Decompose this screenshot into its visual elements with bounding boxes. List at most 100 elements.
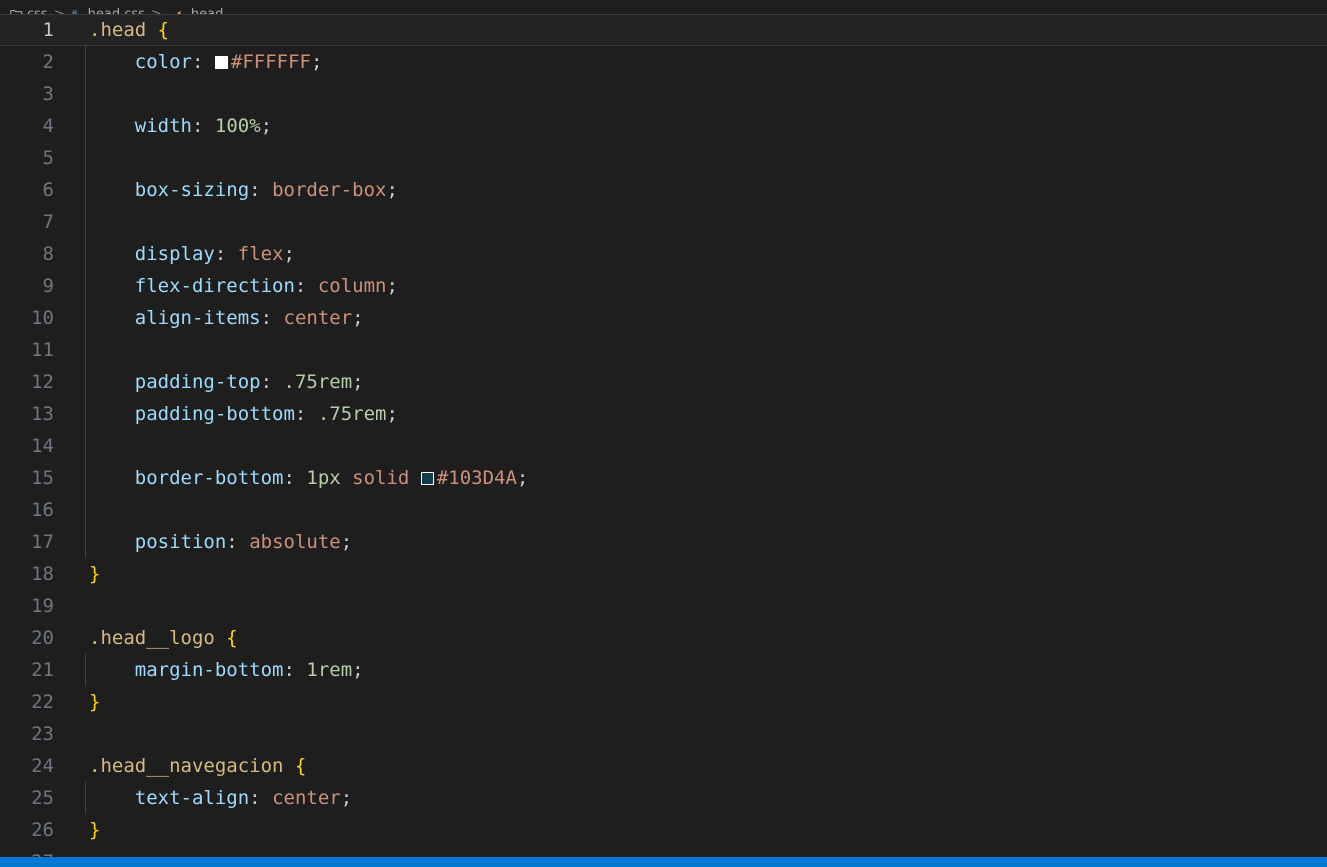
code-line[interactable]: 2 color: #FFFFFF; bbox=[0, 46, 1327, 78]
code-token-property: border-bottom bbox=[134, 467, 284, 489]
code-token-brace: } bbox=[89, 819, 101, 841]
code-line-content[interactable] bbox=[85, 846, 1327, 857]
code-token-value: center bbox=[283, 307, 353, 329]
code-line[interactable]: 23 bbox=[0, 718, 1327, 750]
code-token-punct: ; bbox=[352, 307, 364, 329]
code-line-content[interactable]: box-sizing: border-box; bbox=[85, 174, 1327, 206]
line-number: 21 bbox=[31, 659, 54, 681]
code-line[interactable]: 7 bbox=[0, 206, 1327, 238]
code-line-content[interactable]: position: absolute; bbox=[85, 526, 1327, 558]
code-line[interactable]: 17 position: absolute; bbox=[0, 526, 1327, 558]
code-token-punct: ; bbox=[386, 179, 398, 201]
code-line-content[interactable] bbox=[85, 142, 1327, 174]
code-line[interactable]: 8 display: flex; bbox=[0, 238, 1327, 270]
line-number: 24 bbox=[31, 755, 54, 777]
breadcrumb[interactable]: css > # head.css > .head bbox=[0, 0, 1327, 14]
code-line[interactable]: 9 flex-direction: column; bbox=[0, 270, 1327, 302]
code-token-property: margin-bottom bbox=[134, 659, 284, 681]
code-line-content[interactable]: padding-bottom: .75rem; bbox=[85, 398, 1327, 430]
code-line-content[interactable]: .head__navegacion { bbox=[85, 750, 1327, 782]
code-token-brace: { bbox=[294, 755, 307, 777]
color-swatch[interactable] bbox=[214, 55, 228, 69]
code-token-selector: .head__navegacion bbox=[89, 755, 284, 777]
code-line-content[interactable] bbox=[85, 494, 1327, 526]
code-line[interactable]: 15 border-bottom: 1px solid #103D4A; bbox=[0, 462, 1327, 494]
code-token-property: padding-top bbox=[134, 371, 261, 393]
code-line[interactable]: 21 margin-bottom: 1rem; bbox=[0, 654, 1327, 686]
code-line-content[interactable] bbox=[85, 206, 1327, 238]
code-line[interactable]: 11 bbox=[0, 334, 1327, 366]
code-line[interactable]: 26} bbox=[0, 814, 1327, 846]
line-number: 6 bbox=[42, 179, 54, 201]
code-line-content[interactable]: display: flex; bbox=[85, 238, 1327, 270]
line-number: 25 bbox=[31, 787, 54, 809]
code-line[interactable]: 13 padding-bottom: .75rem; bbox=[0, 398, 1327, 430]
code-line-content[interactable] bbox=[85, 718, 1327, 750]
code-token-punct: ; bbox=[386, 275, 398, 297]
vscode-window: css > # head.css > .head 1.head {2 color… bbox=[0, 0, 1327, 867]
code-token-punct: : bbox=[260, 371, 273, 393]
code-line[interactable]: 20 .head__logo { bbox=[0, 622, 1327, 654]
code-line-content[interactable]: flex-direction: column; bbox=[85, 270, 1327, 302]
code-token-property: padding-bottom bbox=[134, 403, 295, 425]
code-line[interactable]: 24 .head__navegacion { bbox=[0, 750, 1327, 782]
line-number: 2 bbox=[42, 51, 54, 73]
status-bar[interactable] bbox=[0, 857, 1327, 867]
code-line-content[interactable] bbox=[85, 334, 1327, 366]
color-swatch[interactable] bbox=[420, 471, 434, 485]
code-line[interactable]: 27 bbox=[0, 846, 1327, 857]
code-line[interactable]: 12 padding-top: .75rem; bbox=[0, 366, 1327, 398]
code-line[interactable]: 16 bbox=[0, 494, 1327, 526]
code-line-content[interactable]: } bbox=[85, 558, 1327, 590]
code-line-content[interactable]: align-items: center; bbox=[85, 302, 1327, 334]
code-line[interactable]: 4 width: 100%; bbox=[0, 110, 1327, 142]
code-line[interactable]: 25 text-align: center; bbox=[0, 782, 1327, 814]
code-token-punct: ; bbox=[352, 659, 364, 681]
code-token-punct: : bbox=[214, 243, 227, 265]
code-token-brace: { bbox=[157, 19, 170, 41]
code-line[interactable]: 19 bbox=[0, 590, 1327, 622]
code-line-content[interactable]: } bbox=[85, 686, 1327, 718]
code-line[interactable]: 6 box-sizing: border-box; bbox=[0, 174, 1327, 206]
code-token-punct: ; bbox=[352, 371, 364, 393]
code-line[interactable]: 3 bbox=[0, 78, 1327, 110]
code-token-punct: ; bbox=[516, 467, 529, 489]
code-line[interactable]: 5 bbox=[0, 142, 1327, 174]
code-line-content[interactable] bbox=[85, 590, 1327, 622]
code-line-content[interactable]: .head { bbox=[85, 14, 1327, 46]
code-token-property: align-items bbox=[134, 307, 261, 329]
code-line-content[interactable]: border-bottom: 1px solid #103D4A; bbox=[85, 462, 1327, 494]
code-line-content[interactable]: .head__logo { bbox=[85, 622, 1327, 654]
code-token-number: .75rem bbox=[283, 371, 353, 393]
code-line-content[interactable]: padding-top: .75rem; bbox=[85, 366, 1327, 398]
code-line-content[interactable]: margin-bottom: 1rem; bbox=[85, 654, 1327, 686]
code-line[interactable]: 10 align-items: center; bbox=[0, 302, 1327, 334]
code-line-content[interactable]: text-align: center; bbox=[85, 782, 1327, 814]
code-token-punct: : bbox=[249, 787, 261, 809]
code-line[interactable]: 22} bbox=[0, 686, 1327, 718]
code-line[interactable]: 14 bbox=[0, 430, 1327, 462]
code-line[interactable]: 1 .head { bbox=[0, 14, 1327, 46]
code-line-content[interactable]: width: 100%; bbox=[85, 110, 1327, 142]
code-line-content[interactable]: color: #FFFFFF; bbox=[85, 46, 1327, 78]
code-line-content[interactable] bbox=[85, 430, 1327, 462]
code-editor[interactable]: 1 .head {2 color: #FFFFFF; 3 4 width: 100%;… bbox=[0, 14, 1327, 857]
line-number: 23 bbox=[31, 723, 54, 745]
line-number: 9 bbox=[42, 275, 54, 297]
code-line[interactable]: 18} bbox=[0, 558, 1327, 590]
code-line-content[interactable]: } bbox=[85, 814, 1327, 846]
code-line-content[interactable] bbox=[85, 78, 1327, 110]
